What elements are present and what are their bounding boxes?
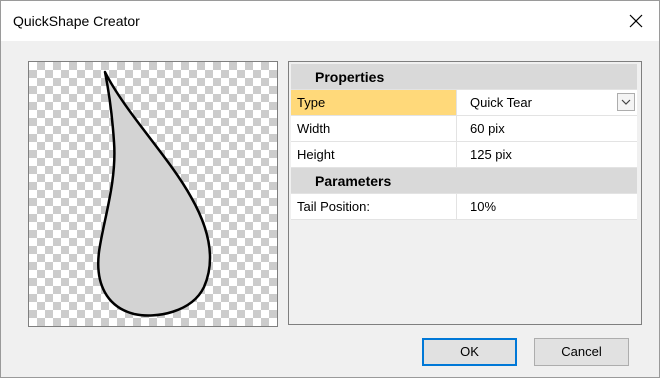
dropdown-button[interactable] [617, 93, 635, 111]
property-row-height[interactable]: Height 125 pix [291, 142, 637, 168]
close-icon [629, 14, 643, 28]
dialog-window: QuickShape Creator Properties Type Quick… [0, 0, 660, 378]
tail-position-field[interactable]: 10% [457, 194, 637, 219]
chevron-down-icon [621, 99, 631, 105]
shape-preview [28, 61, 278, 327]
section-label: Parameters [315, 173, 392, 189]
property-row-type[interactable]: Type Quick Tear [291, 90, 637, 116]
width-field[interactable]: 60 pix [457, 116, 637, 141]
close-button[interactable] [613, 1, 659, 41]
cancel-button[interactable]: Cancel [534, 338, 629, 366]
tear-drop-shape [97, 70, 212, 317]
section-label: Properties [315, 69, 385, 85]
title-bar[interactable]: QuickShape Creator [1, 1, 659, 41]
window-title: QuickShape Creator [13, 13, 140, 29]
property-value: Quick Tear [470, 95, 532, 110]
type-select[interactable]: Quick Tear [457, 90, 637, 115]
property-name: Type [291, 90, 457, 115]
ok-button[interactable]: OK [422, 338, 517, 366]
property-row-width[interactable]: Width 60 pix [291, 116, 637, 142]
property-name: Width [291, 116, 457, 141]
property-row-tail-position[interactable]: Tail Position: 10% [291, 194, 637, 220]
section-parameters: Parameters [291, 168, 637, 194]
property-name: Tail Position: [291, 194, 457, 219]
property-name: Height [291, 142, 457, 167]
property-grid: Properties Type Quick Tear Width 60 pix … [288, 61, 642, 325]
section-properties: Properties [291, 64, 637, 90]
height-field[interactable]: 125 pix [457, 142, 637, 167]
